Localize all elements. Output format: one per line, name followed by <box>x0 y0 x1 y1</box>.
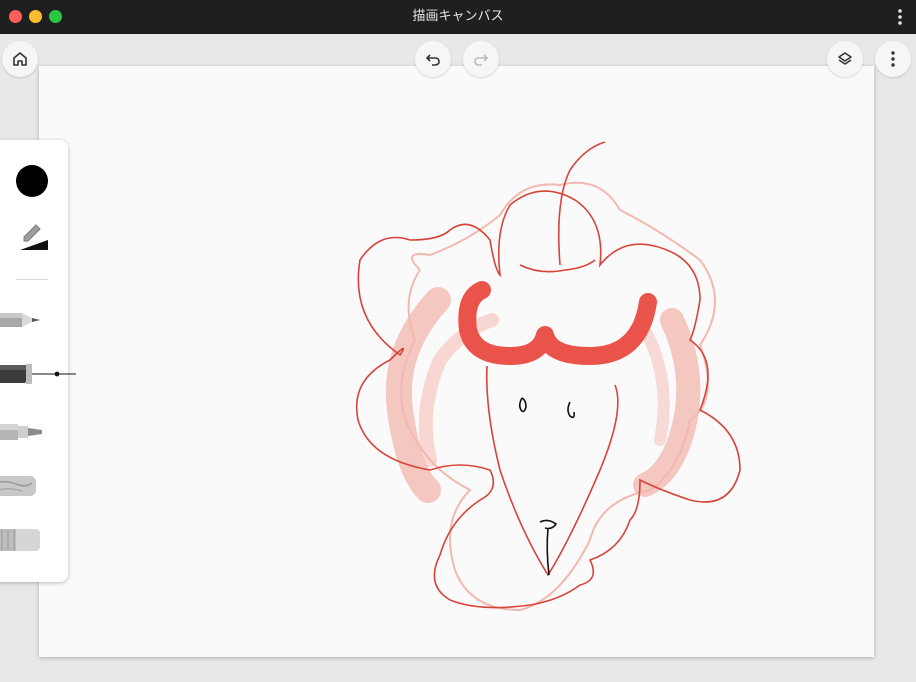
window-title: 描画キャンバス <box>412 9 504 24</box>
drawing-canvas[interactable] <box>39 66 874 657</box>
hair-strand-2 <box>519 259 596 273</box>
hair-strand <box>557 141 606 266</box>
undo-button[interactable] <box>415 41 451 77</box>
stroke-width-button[interactable] <box>16 222 50 252</box>
more-vertical-icon <box>891 51 895 67</box>
home-button[interactable] <box>2 41 38 77</box>
eye-right <box>567 401 575 419</box>
fountain-pen-tool[interactable] <box>0 358 76 390</box>
eraser-tool[interactable] <box>0 525 46 555</box>
color-picker-button[interactable] <box>16 165 48 197</box>
more-options-button[interactable] <box>875 41 911 77</box>
face-outline <box>485 365 619 577</box>
marker-tool[interactable] <box>0 417 48 447</box>
chalk-tool[interactable] <box>0 471 44 501</box>
redo-button[interactable] <box>463 41 499 77</box>
layers-button[interactable] <box>827 41 863 77</box>
crayon-arc-right-inner <box>639 324 670 446</box>
window-menu-icon[interactable] <box>894 8 906 26</box>
layers-icon <box>838 52 852 65</box>
toolbar-divider <box>16 279 48 280</box>
window-titlebar: 描画キャンバス <box>0 0 916 34</box>
redo-icon <box>474 54 489 66</box>
pencil-size-icon <box>23 224 41 242</box>
drawing-strokes <box>356 141 741 612</box>
undo-icon <box>425 54 440 66</box>
pencil-tool[interactable] <box>0 307 44 333</box>
eye-left <box>518 397 527 413</box>
home-icon <box>13 52 27 66</box>
chalk-icon <box>0 476 36 496</box>
tool-panel <box>0 140 76 582</box>
